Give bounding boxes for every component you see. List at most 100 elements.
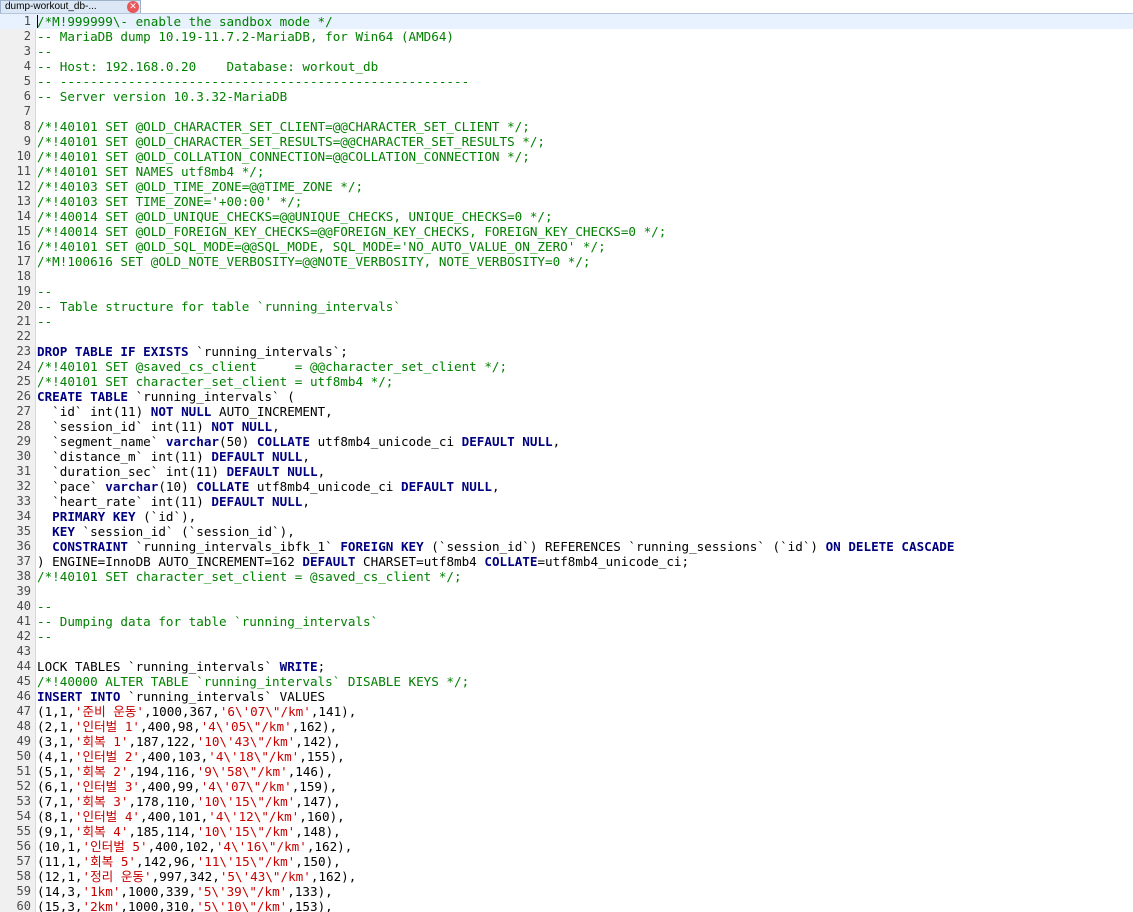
code-token: NOT NULL	[150, 404, 212, 419]
code-text: /*!40101 SET @OLD_CHARACTER_SET_RESULTS=…	[37, 134, 545, 149]
code-line[interactable]: 40 --	[0, 599, 1133, 614]
line-number: 50	[16, 749, 31, 763]
code-text: `distance_m` int(11) DEFAULT NULL,	[37, 449, 310, 464]
code-token: ,142,96,	[136, 854, 197, 869]
code-line[interactable]: 37) ENGINE=InnoDB AUTO_INCREMENT=162 DEF…	[0, 554, 1133, 569]
code-line[interactable]: 48 (2,1,'인터벌 1',400,98,'4\'05\"/km',162),	[0, 719, 1133, 734]
code-line[interactable]: 20 -- Table structure for table `running_…	[0, 299, 1133, 314]
code-token: '회복 3'	[74, 794, 129, 809]
line-number: 11	[16, 164, 31, 178]
code-token: COLLATE	[196, 479, 250, 494]
code-token: -- -------------------------------------…	[37, 74, 470, 89]
code-line[interactable]: 14 /*!40014 SET @OLD_UNIQUE_CHECKS=@@UNIQ…	[0, 209, 1133, 224]
code-line[interactable]: 2 -- MariaDB dump 10.19-11.7.2-MariaDB, f…	[0, 29, 1133, 44]
code-token: `heart_rate` int(11)	[37, 494, 212, 509]
code-line[interactable]: 38 /*!40101 SET character_set_client = @s…	[0, 569, 1133, 584]
code-line[interactable]: 11 /*!40101 SET NAMES utf8mb4 */;	[0, 164, 1133, 179]
code-line[interactable]: 28 `session_id` int(11) NOT NULL,	[0, 419, 1133, 434]
code-line[interactable]: 51 (5,1,'회복 2',194,116,'9\'58\"/km',146),	[0, 764, 1133, 779]
code-text: (9,1,'회복 4',185,114,'10\'15\"/km',148),	[37, 824, 341, 839]
code-line[interactable]: 23 DROP TABLE IF EXISTS `running_interval…	[0, 344, 1133, 359]
code-token: (1,1,	[37, 704, 75, 719]
code-line[interactable]: 35 KEY `session_id` (`session_id`),	[0, 524, 1133, 539]
line-number: 37	[16, 554, 31, 568]
code-line[interactable]: 32 `pace` varchar(10) COLLATE utf8mb4_un…	[0, 479, 1133, 494]
code-line[interactable]: 31 `duration_sec` int(11) DEFAULT NULL,	[0, 464, 1133, 479]
code-line[interactable]: 47 (1,1,'준비 운동',1000,367,'6\'07\"/km',141…	[0, 704, 1133, 719]
code-line[interactable]: 21 --	[0, 314, 1133, 329]
code-line[interactable]: 43	[0, 644, 1133, 659]
code-line[interactable]: 5 -- ------------------------------------…	[0, 74, 1133, 89]
code-token: PRIMARY KEY	[52, 509, 136, 524]
code-line[interactable]: 19 --	[0, 284, 1133, 299]
code-line[interactable]: 55 (9,1,'회복 4',185,114,'10\'15\"/km',148)…	[0, 824, 1133, 839]
code-line[interactable]: 52 (6,1,'인터벌 3',400,99,'4\'07\"/km',159),	[0, 779, 1133, 794]
code-token: CREATE TABLE	[37, 389, 128, 404]
code-text: -- MariaDB dump 10.19-11.7.2-MariaDB, fo…	[37, 29, 454, 44]
code-text: (6,1,'인터벌 3',400,99,'4\'07\"/km',159),	[37, 779, 337, 794]
code-line[interactable]: 4 -- Host: 192.168.0.20 Database: workout…	[0, 59, 1133, 74]
code-line[interactable]: 9 /*!40101 SET @OLD_CHARACTER_SET_RESULTS…	[0, 134, 1133, 149]
code-line[interactable]: 8 /*!40101 SET @OLD_CHARACTER_SET_CLIENT=…	[0, 119, 1133, 134]
code-line[interactable]: 18	[0, 269, 1133, 284]
code-token: varchar	[105, 479, 159, 494]
code-token: /*!40101 SET @OLD_CHARACTER_SET_RESULTS=…	[37, 134, 545, 149]
code-line[interactable]: 26 CREATE TABLE `running_intervals` (	[0, 389, 1133, 404]
code-line[interactable]: 12 /*!40103 SET @OLD_TIME_ZONE=@@TIME_ZON…	[0, 179, 1133, 194]
close-icon[interactable]: ✕	[127, 1, 139, 13]
code-line[interactable]: 58 (12,1,'정리 운동',997,342,'5\'43\"/km',162…	[0, 869, 1133, 884]
code-token: `running_intervals`;	[188, 344, 348, 359]
code-line[interactable]: 57 (11,1,'회복 5',142,96,'11\'15\"/km',150)…	[0, 854, 1133, 869]
tab-dump-file[interactable]: dump-workout_db-... ✕	[0, 0, 141, 13]
code-line[interactable]: 34 PRIMARY KEY (`id`),	[0, 509, 1133, 524]
line-number: 22	[16, 329, 31, 343]
code-line[interactable]: 39	[0, 584, 1133, 599]
code-token: `pace`	[37, 479, 106, 494]
code-text: /*!40000 ALTER TABLE `running_intervals`…	[37, 674, 469, 689]
code-line[interactable]: 42 --	[0, 629, 1133, 644]
code-line[interactable]: 16 /*!40101 SET @OLD_SQL_MODE=@@SQL_MODE,…	[0, 239, 1133, 254]
line-number: 10	[16, 149, 31, 163]
code-token: /*!40101 SET @OLD_COLLATION_CONNECTION=@…	[37, 149, 530, 164]
code-line[interactable]: 6 -- Server version 10.3.32-MariaDB	[0, 89, 1133, 104]
line-number: 60	[16, 899, 31, 912]
code-line[interactable]: 1 /*M!999999\- enable the sandbox mode */	[0, 14, 1133, 29]
line-number: 55	[16, 824, 31, 838]
code-line[interactable]: 30 `distance_m` int(11) DEFAULT NULL,	[0, 449, 1133, 464]
code-line[interactable]: 29 `segment_name` varchar(50) COLLATE ut…	[0, 434, 1133, 449]
code-line[interactable]: 50 (4,1,'인터벌 2',400,103,'4\'18\"/km',155)…	[0, 749, 1133, 764]
code-line[interactable]: 41 -- Dumping data for table `running_int…	[0, 614, 1133, 629]
code-token: ,162),	[306, 839, 353, 854]
code-line[interactable]: 33 `heart_rate` int(11) DEFAULT NULL,	[0, 494, 1133, 509]
code-line[interactable]: 45 /*!40000 ALTER TABLE `running_interval…	[0, 674, 1133, 689]
code-text: -- -------------------------------------…	[37, 74, 469, 89]
code-token: `session_id` (`session_id`),	[74, 524, 295, 539]
code-line[interactable]: 7	[0, 104, 1133, 119]
code-line[interactable]: 54 (8,1,'인터벌 4',400,101,'4\'12\"/km',160)…	[0, 809, 1133, 824]
code-line[interactable]: 53 (7,1,'회복 3',178,110,'10\'15\"/km',147)…	[0, 794, 1133, 809]
code-token: (10,1,	[37, 839, 83, 854]
line-number: 42	[16, 629, 31, 643]
code-line[interactable]: 59 (14,3,'1km',1000,339,'5\'39\"/km',133)…	[0, 884, 1133, 899]
code-line[interactable]: 60 (15,3,'2km',1000,310,'5\'10\"/km',153)…	[0, 899, 1133, 912]
code-token: utf8mb4_unicode_ci	[309, 434, 462, 449]
code-line[interactable]: 3 --	[0, 44, 1133, 59]
code-line[interactable]: 56 (10,1,'인터벌 5',400,102,'4\'16\"/km',162…	[0, 839, 1133, 854]
code-line[interactable]: 13 /*!40103 SET TIME_ZONE='+00:00' */;	[0, 194, 1133, 209]
code-line[interactable]: 15 /*!40014 SET @OLD_FOREIGN_KEY_CHECKS=@…	[0, 224, 1133, 239]
code-line[interactable]: 27 `id` int(11) NOT NULL AUTO_INCREMENT,	[0, 404, 1133, 419]
line-number: 20	[16, 299, 31, 313]
line-number: 39	[16, 584, 31, 598]
code-line[interactable]: 36 CONSTRAINT `running_intervals_ibfk_1`…	[0, 539, 1133, 554]
code-line[interactable]: 25 /*!40101 SET character_set_client = ut…	[0, 374, 1133, 389]
code-text: CONSTRAINT `running_intervals_ibfk_1` FO…	[37, 539, 954, 554]
code-line[interactable]: 17 /*M!100616 SET @OLD_NOTE_VERBOSITY=@@N…	[0, 254, 1133, 269]
code-line[interactable]: 10 /*!40101 SET @OLD_COLLATION_CONNECTION…	[0, 149, 1133, 164]
code-line[interactable]: 44 LOCK TABLES `running_intervals` WRITE;	[0, 659, 1133, 674]
code-line[interactable]: 49 (3,1,'회복 1',187,122,'10\'43\"/km',142)…	[0, 734, 1133, 749]
code-line[interactable]: 22	[0, 329, 1133, 344]
code-text: `segment_name` varchar(50) COLLATE utf8m…	[37, 434, 560, 449]
code-line[interactable]: 46 INSERT INTO `running_intervals` VALUES	[0, 689, 1133, 704]
code-line[interactable]: 24 /*!40101 SET @saved_cs_client = @@char…	[0, 359, 1133, 374]
code-editor[interactable]: 1 /*M!999999\- enable the sandbox mode */…	[0, 14, 1133, 912]
